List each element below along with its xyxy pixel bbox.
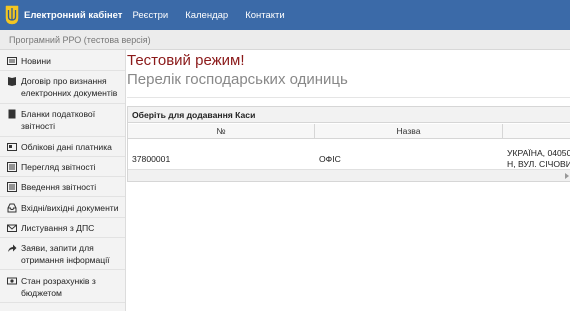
column-header-number[interactable]: № — [128, 124, 315, 139]
document-icon — [8, 109, 16, 119]
sidebar: Новини Договір про визнання електронних … — [0, 50, 126, 311]
sidebar-item-view-reports[interactable]: Перегляд звітності — [0, 161, 125, 173]
divider — [0, 302, 125, 303]
newspaper-icon — [7, 57, 17, 65]
list-icon — [7, 182, 17, 192]
test-mode-notice: Тестовий режим! — [127, 52, 245, 69]
nav-contacts[interactable]: Контакти — [245, 10, 285, 21]
envelope-icon — [7, 224, 17, 232]
divider — [0, 269, 125, 270]
sidebar-item-label: Облікові дані платника — [21, 142, 112, 152]
share-icon — [8, 244, 17, 252]
business-units-panel: Оберіть для додавання Каси № Назва 37800… — [127, 106, 570, 182]
sidebar-item-label: Вхідні/вихідні документи — [21, 203, 119, 213]
divider — [0, 103, 125, 104]
column-header-address[interactable] — [503, 124, 570, 139]
sidebar-item-label: Листування з ДПС — [21, 223, 95, 233]
sidebar-item-enter-reports[interactable]: Введення звітності — [0, 181, 125, 193]
nav-registries[interactable]: Реєстри — [132, 10, 168, 21]
sidebar-item-news[interactable]: Новини — [0, 55, 125, 67]
panel-heading: Оберіть для додавання Каси — [128, 107, 570, 123]
trident-logo-icon[interactable] — [3, 3, 21, 27]
main-content: Тестовий режим! Перелік господарських од… — [127, 50, 570, 311]
inbox-icon — [7, 203, 17, 213]
sidebar-item-label: Введення звітності — [21, 182, 97, 192]
brand-title[interactable]: Електронний кабінет — [24, 10, 122, 21]
breadcrumb: Програмний РРО (тестова версія) — [0, 30, 570, 50]
sidebar-item-tax-forms[interactable]: Бланки податкової звітності — [0, 108, 125, 132]
sidebar-item-label: Заяви, запити для отримання інформації — [21, 243, 110, 265]
sidebar-item-account-data[interactable]: Облікові дані платника — [0, 141, 125, 153]
divider — [0, 237, 125, 238]
money-icon — [7, 277, 17, 285]
cell-number: 37800001 — [132, 154, 171, 164]
sidebar-item-label: Новини — [21, 56, 51, 66]
sidebar-item-label: Бланки податкової звітності — [21, 109, 96, 131]
id-card-icon — [7, 143, 17, 151]
address-line: УКРАЇНА, 04050, — [507, 148, 570, 158]
divider — [0, 70, 125, 71]
divider — [127, 97, 570, 98]
sidebar-item-documents[interactable]: Вхідні/вихідні документи — [0, 202, 125, 214]
nav-calendar[interactable]: Календар — [185, 10, 228, 21]
sidebar-item-label: Стан розрахунків з бюджетом — [21, 276, 96, 298]
cell-name: ОФІС — [319, 154, 341, 164]
sidebar-item-requests[interactable]: Заяви, запити для отримання інформації — [0, 242, 125, 266]
sidebar-item-label: Договір про визнання електронних докумен… — [21, 76, 118, 98]
sidebar-item-label: Перегляд звітності — [21, 162, 96, 172]
cell-address: УКРАЇНА, 04050, Н, ВУЛ. СІЧОВИХ — [507, 140, 570, 170]
top-navbar: Електронний кабінет Реєстри Календар Кон… — [0, 0, 570, 30]
list-icon — [7, 162, 17, 172]
book-icon — [8, 77, 16, 86]
sidebar-item-correspondence[interactable]: Листування з ДПС — [0, 222, 125, 234]
divider — [0, 217, 125, 218]
divider — [0, 196, 125, 197]
divider — [0, 176, 125, 177]
horizontal-scrollbar[interactable] — [128, 169, 570, 181]
sidebar-item-budget-settlements[interactable]: Стан розрахунків з бюджетом — [0, 275, 125, 299]
sidebar-item-agreement[interactable]: Договір про визнання електронних докумен… — [0, 75, 125, 99]
column-header-name[interactable]: Назва — [315, 124, 503, 139]
scroll-right-arrow-icon[interactable] — [565, 173, 569, 179]
divider — [0, 136, 125, 137]
page-title: Перелік господарських одиниць — [127, 71, 348, 88]
divider — [0, 156, 125, 157]
